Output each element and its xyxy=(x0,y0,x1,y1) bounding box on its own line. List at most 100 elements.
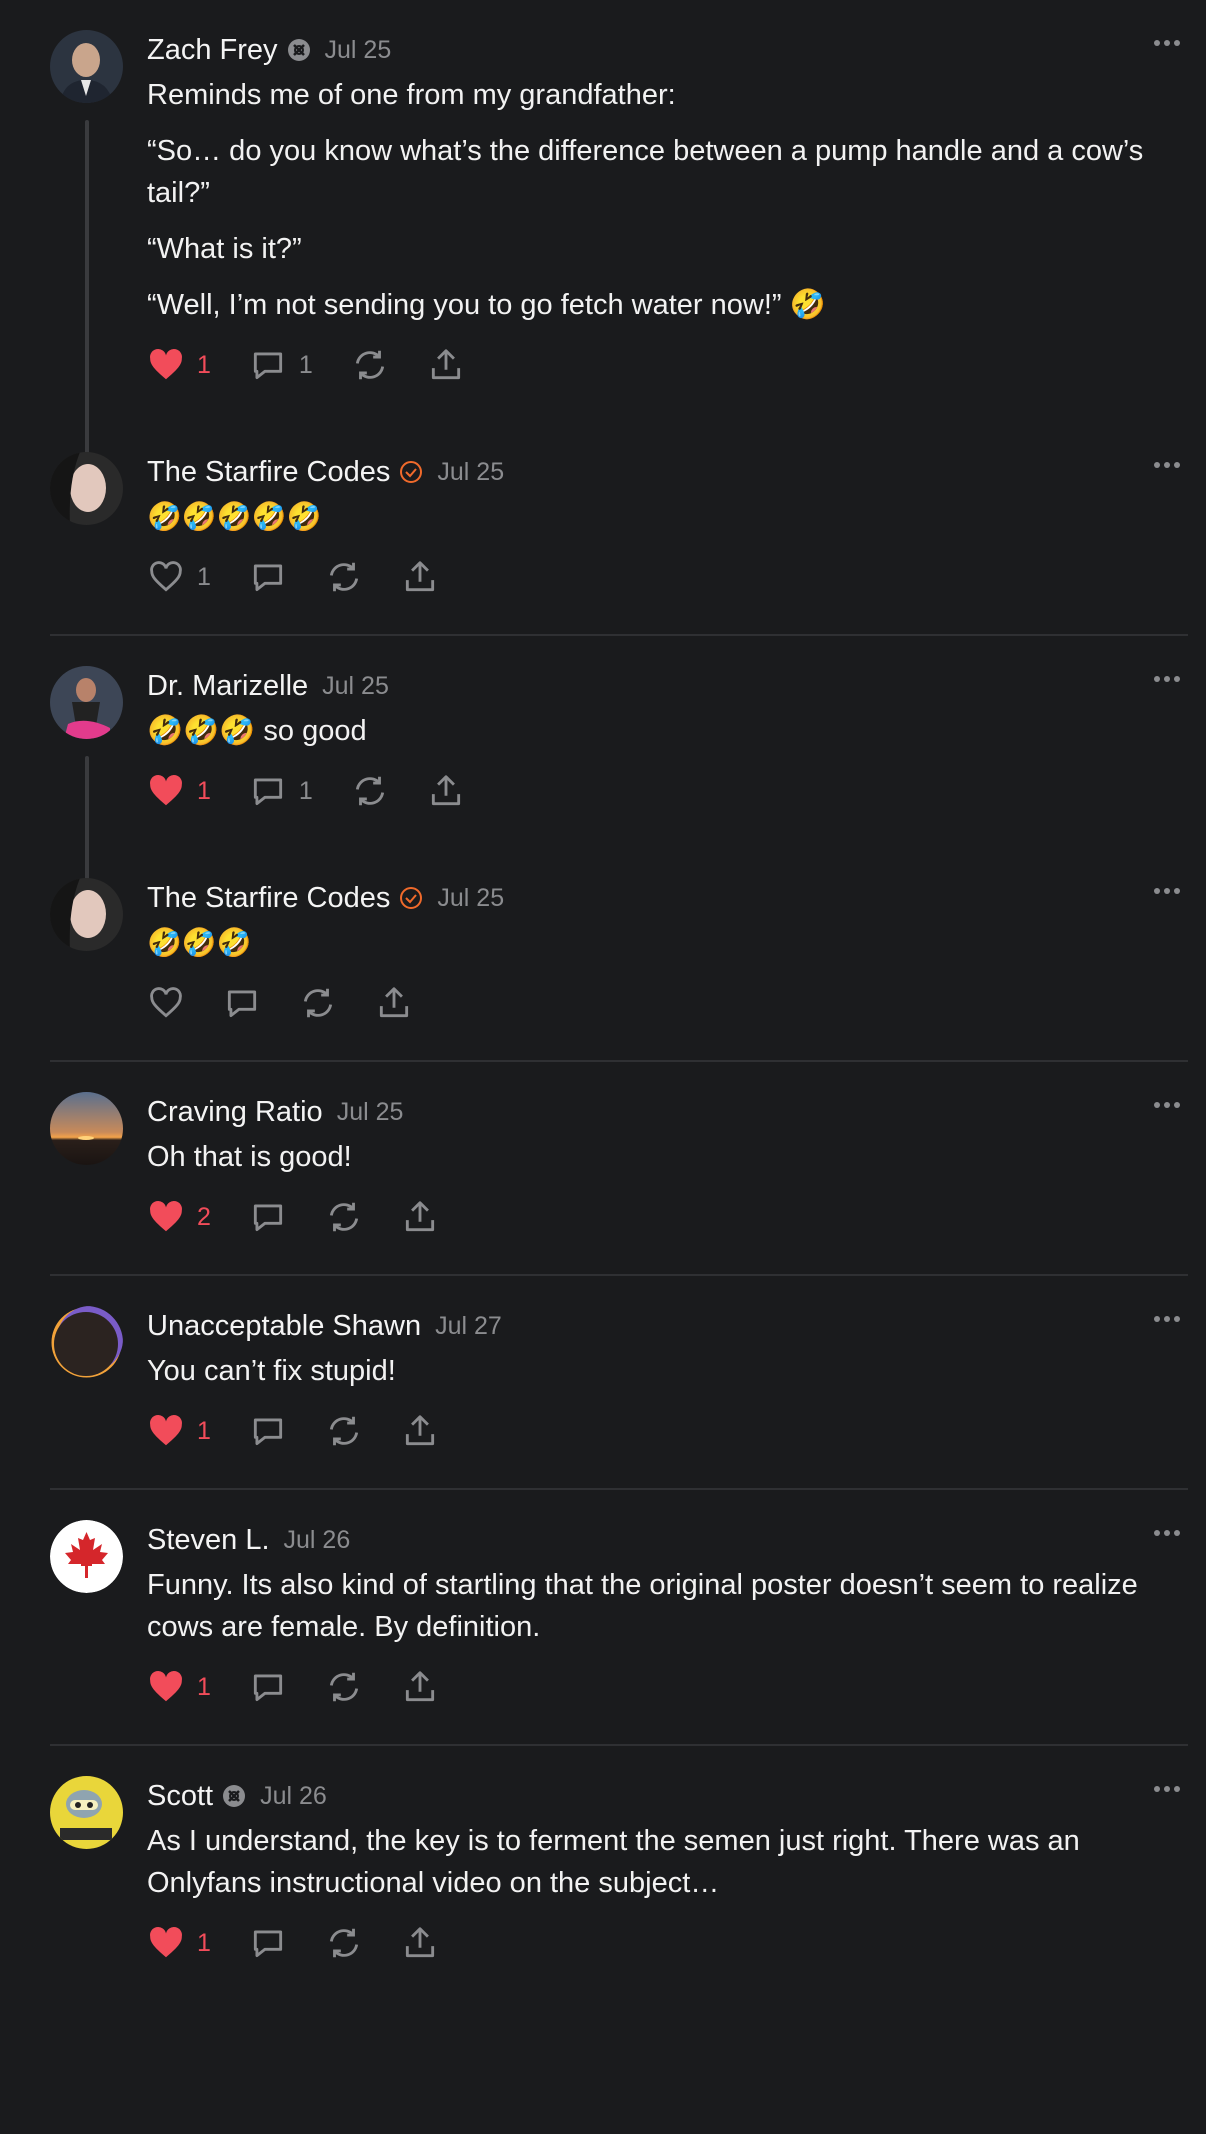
author-name[interactable]: Craving Ratio xyxy=(147,1096,323,1129)
like-button[interactable]: 1 xyxy=(147,772,211,810)
restack-icon xyxy=(329,1672,358,1702)
avatar[interactable] xyxy=(50,1776,123,1849)
share-button[interactable] xyxy=(401,1924,439,1962)
comment-date[interactable]: Jul 26 xyxy=(260,1782,327,1811)
reply-button[interactable] xyxy=(223,984,261,1022)
restack-button[interactable] xyxy=(325,1668,363,1706)
share-icon xyxy=(405,1201,434,1232)
comment-date[interactable]: Jul 25 xyxy=(437,884,504,913)
action-bar: 1 1 xyxy=(147,340,1188,390)
restack-button[interactable] xyxy=(325,558,363,596)
more-options-icon[interactable] xyxy=(1154,40,1180,46)
avatar[interactable] xyxy=(50,666,123,739)
more-options-icon[interactable] xyxy=(1154,1102,1180,1108)
reply-button[interactable] xyxy=(249,1668,287,1706)
restack-icon xyxy=(329,1416,358,1446)
more-options-icon[interactable] xyxy=(1154,1786,1180,1792)
action-bar: 1 xyxy=(147,552,1188,602)
like-button[interactable] xyxy=(147,984,185,1022)
share-button[interactable] xyxy=(401,558,439,596)
like-button[interactable]: 1 xyxy=(147,1668,211,1706)
reply-count: 1 xyxy=(298,776,313,805)
share-icon xyxy=(431,349,460,380)
avatar[interactable] xyxy=(50,1520,123,1593)
restack-button[interactable] xyxy=(325,1924,363,1962)
gray-badge-icon xyxy=(222,1784,246,1808)
heart-filled-icon xyxy=(150,1671,182,1702)
comment: Unacceptable Shawn Jul 27 You can’t fix … xyxy=(0,1276,1206,1456)
verified-check-icon xyxy=(399,886,423,910)
more-options-icon[interactable] xyxy=(1154,1316,1180,1322)
author-name[interactable]: Dr. Marizelle xyxy=(147,670,308,703)
restack-button[interactable] xyxy=(351,772,389,810)
comment-bubble-icon xyxy=(253,1930,282,1958)
author-name[interactable]: Unacceptable Shawn xyxy=(147,1310,421,1343)
author-name[interactable]: Steven L. xyxy=(147,1524,270,1557)
comment-text: Reminds me of one from my grandfather: xyxy=(147,79,676,111)
like-count: 1 xyxy=(197,1416,211,1445)
comment: Scott Jul 26 As I understand, the key is… xyxy=(0,1746,1206,1968)
share-button[interactable] xyxy=(427,346,465,384)
restack-button[interactable] xyxy=(325,1198,363,1236)
share-button[interactable] xyxy=(375,984,413,1022)
heart-outline-icon xyxy=(150,987,182,1018)
comment-text: As I understand, the key is to ferment t… xyxy=(147,1825,1080,1899)
reply-button[interactable] xyxy=(249,1198,287,1236)
reply-button[interactable]: 1 xyxy=(249,346,313,384)
like-button[interactable]: 1 xyxy=(147,558,211,596)
reply-button[interactable] xyxy=(249,1924,287,1962)
share-button[interactable] xyxy=(401,1668,439,1706)
heart-filled-icon xyxy=(150,1201,182,1232)
restack-icon xyxy=(355,350,384,380)
author-name[interactable]: Zach Frey xyxy=(147,34,278,67)
share-button[interactable] xyxy=(427,772,465,810)
comment-date[interactable]: Jul 25 xyxy=(337,1098,404,1127)
like-button[interactable]: 2 xyxy=(147,1198,211,1236)
reply-button[interactable] xyxy=(249,558,287,596)
share-button[interactable] xyxy=(401,1198,439,1236)
restack-icon xyxy=(329,1202,358,1232)
avatar[interactable] xyxy=(50,30,123,103)
avatar[interactable] xyxy=(50,452,123,525)
like-button[interactable]: 1 xyxy=(147,1924,211,1962)
heart-outline-icon xyxy=(150,561,182,592)
like-button[interactable]: 1 xyxy=(147,1412,211,1450)
author-name[interactable]: Scott xyxy=(147,1780,213,1813)
reply-button[interactable]: 1 xyxy=(249,772,313,810)
comment-date[interactable]: Jul 25 xyxy=(322,672,389,701)
avatar[interactable] xyxy=(50,878,123,951)
avatar[interactable] xyxy=(50,1306,123,1379)
action-bar: 1 xyxy=(147,1406,1188,1456)
comment-text: “What is it?” xyxy=(147,233,302,265)
more-options-icon[interactable] xyxy=(1154,462,1180,468)
avatar[interactable] xyxy=(50,1092,123,1165)
like-count: 1 xyxy=(197,562,211,591)
comment-date[interactable]: Jul 26 xyxy=(284,1526,351,1555)
restack-button[interactable] xyxy=(351,346,389,384)
comment: Craving Ratio Jul 25 Oh that is good! 2 xyxy=(0,1062,1206,1242)
reply-button[interactable] xyxy=(249,1412,287,1450)
author-name[interactable]: The Starfire Codes xyxy=(147,456,390,489)
restack-button[interactable] xyxy=(325,1412,363,1450)
like-count: 1 xyxy=(197,1928,211,1957)
comment-date[interactable]: Jul 27 xyxy=(435,1312,502,1341)
action-bar xyxy=(147,978,1188,1028)
comment-text: 🤣🤣🤣 so good xyxy=(147,715,367,747)
like-count: 1 xyxy=(197,350,211,379)
reply-count: 1 xyxy=(298,350,313,379)
comment-bubble-icon xyxy=(253,1204,282,1232)
more-options-icon[interactable] xyxy=(1154,1530,1180,1536)
comment-date[interactable]: Jul 25 xyxy=(325,36,392,65)
action-bar: 1 xyxy=(147,1918,1188,1968)
comment-date[interactable]: Jul 25 xyxy=(437,458,504,487)
author-name[interactable]: The Starfire Codes xyxy=(147,882,390,915)
more-options-icon[interactable] xyxy=(1154,888,1180,894)
restack-button[interactable] xyxy=(299,984,337,1022)
like-button[interactable]: 1 xyxy=(147,346,211,384)
comment: Zach Frey Jul 25 Reminds me of one from … xyxy=(0,0,1206,455)
restack-icon xyxy=(355,776,384,806)
share-button[interactable] xyxy=(401,1412,439,1450)
more-options-icon[interactable] xyxy=(1154,676,1180,682)
heart-filled-icon xyxy=(150,349,182,380)
comment: Steven L. Jul 26 Funny. Its also kind of… xyxy=(0,1490,1206,1712)
